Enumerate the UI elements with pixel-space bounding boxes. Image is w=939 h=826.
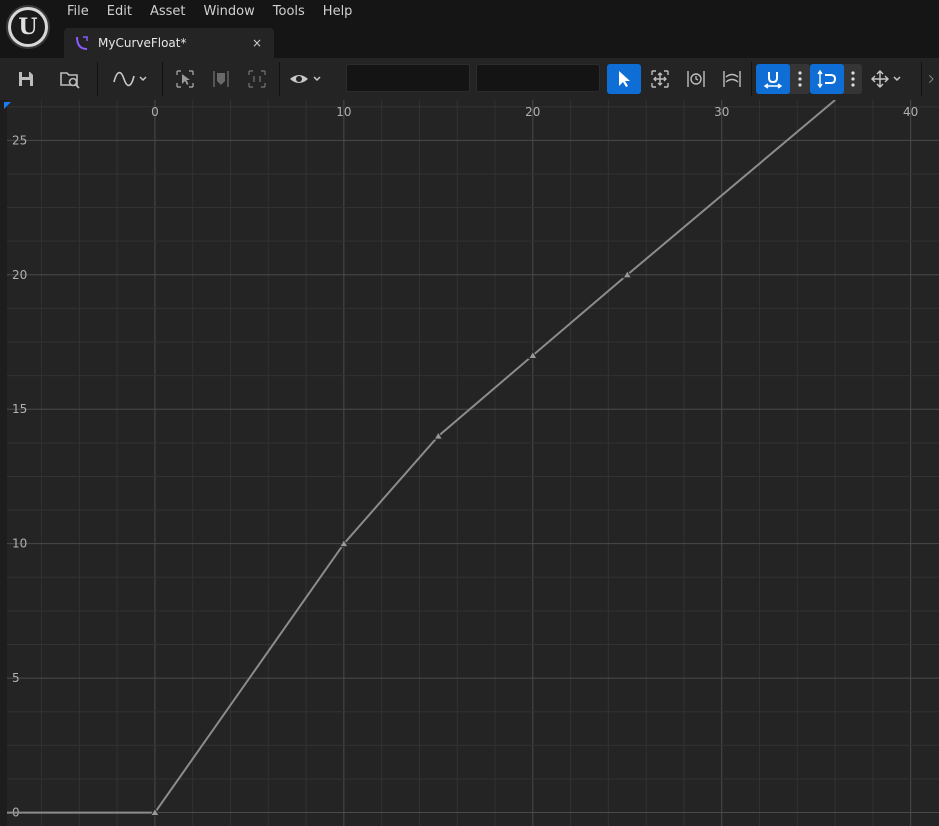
select-tool-button[interactable] <box>607 64 641 94</box>
visibility-icon <box>290 75 321 83</box>
snap-time-icon <box>763 72 783 89</box>
toolbar-separator <box>921 62 922 96</box>
key-value-input[interactable] <box>476 64 600 92</box>
save-icon <box>19 72 33 86</box>
more-toolbar-button[interactable] <box>927 64 939 94</box>
curve-graph-panel[interactable]: 0 10 20 30 40 0 5 10 15 20 25 <box>0 100 939 826</box>
y-tick-label: 10 <box>12 537 27 551</box>
toolbar-separator <box>279 62 280 96</box>
transform-tool-icon <box>651 70 669 88</box>
select-icon <box>176 70 194 88</box>
select-all-keys-button[interactable] <box>173 64 197 94</box>
retime-tool-button[interactable] <box>683 64 709 94</box>
snap-value-toggle[interactable] <box>810 64 844 94</box>
tab-label: MyCurveFloat* <box>98 36 187 50</box>
y-tick-label: 5 <box>12 671 20 685</box>
curve-asset-icon <box>76 36 88 50</box>
curve-line <box>0 100 836 814</box>
snap-value-group <box>810 64 862 94</box>
y-tick-label: 15 <box>12 402 27 416</box>
axis-snap-icon <box>871 70 901 88</box>
browse-asset-button[interactable] <box>56 64 84 94</box>
toolbar-separator <box>751 62 752 96</box>
snap-time-toggle[interactable] <box>756 64 790 94</box>
select-tool-icon <box>619 71 630 87</box>
snap-value-icon <box>817 69 837 89</box>
snap-time-group <box>756 64 810 94</box>
toolbar-separator <box>162 62 163 96</box>
frame-selection-button[interactable] <box>245 64 269 94</box>
toolbar-separator <box>97 62 98 96</box>
close-tab-icon[interactable]: × <box>252 28 262 58</box>
menu-asset[interactable]: Asset <box>141 0 195 24</box>
overflow-icon <box>929 75 934 83</box>
multi-scale-tool-button[interactable] <box>719 64 745 94</box>
graph-left-gutter <box>0 100 7 826</box>
snap-time-options-icon[interactable] <box>790 64 810 94</box>
curve-view-mode-icon <box>113 71 147 87</box>
main-menu: File Edit Asset Window Tools Help <box>58 0 361 24</box>
curve-editor-toolbar <box>0 58 939 100</box>
menu-help[interactable]: Help <box>314 0 362 24</box>
title-bar: U File Edit Asset Window Tools Help MyCurveFl… <box>0 0 939 58</box>
tab-mycurvefloat[interactable]: MyCurveFloat* × <box>64 28 274 58</box>
x-tick-label: 30 <box>714 105 729 119</box>
x-tick-label: 40 <box>903 105 918 119</box>
curve-graph[interactable]: 0 10 20 30 400510152025 <box>0 100 939 826</box>
retime-tool-icon <box>687 71 705 87</box>
menu-edit[interactable]: Edit <box>98 0 141 24</box>
x-tick-label: 0 <box>151 105 159 119</box>
menu-tools[interactable]: Tools <box>264 0 314 24</box>
unreal-logo[interactable]: U <box>6 5 50 49</box>
unreal-logo-letter: U <box>11 10 45 44</box>
add-key-button[interactable] <box>209 64 233 94</box>
y-tick-label: 20 <box>12 268 27 282</box>
key-icon <box>213 71 229 87</box>
menu-file[interactable]: File <box>58 0 98 24</box>
multi-scale-icon <box>723 71 741 87</box>
key-time-input[interactable] <box>346 64 470 92</box>
x-tick-label: 10 <box>336 105 351 119</box>
snap-value-options-icon[interactable] <box>844 64 862 94</box>
browse-asset-icon <box>60 72 80 89</box>
axis-snap-dropdown[interactable] <box>868 64 908 94</box>
menu-window[interactable]: Window <box>195 0 264 24</box>
y-tick-label: 25 <box>12 133 27 147</box>
frame-icon <box>248 70 266 88</box>
curve-view-mode-dropdown[interactable] <box>110 64 152 94</box>
graph-corner-marker <box>4 102 11 109</box>
save-button[interactable] <box>12 64 40 94</box>
curve-visibility-dropdown[interactable] <box>287 64 327 94</box>
x-tick-label: 20 <box>525 105 540 119</box>
transform-tool-button[interactable] <box>647 64 673 94</box>
